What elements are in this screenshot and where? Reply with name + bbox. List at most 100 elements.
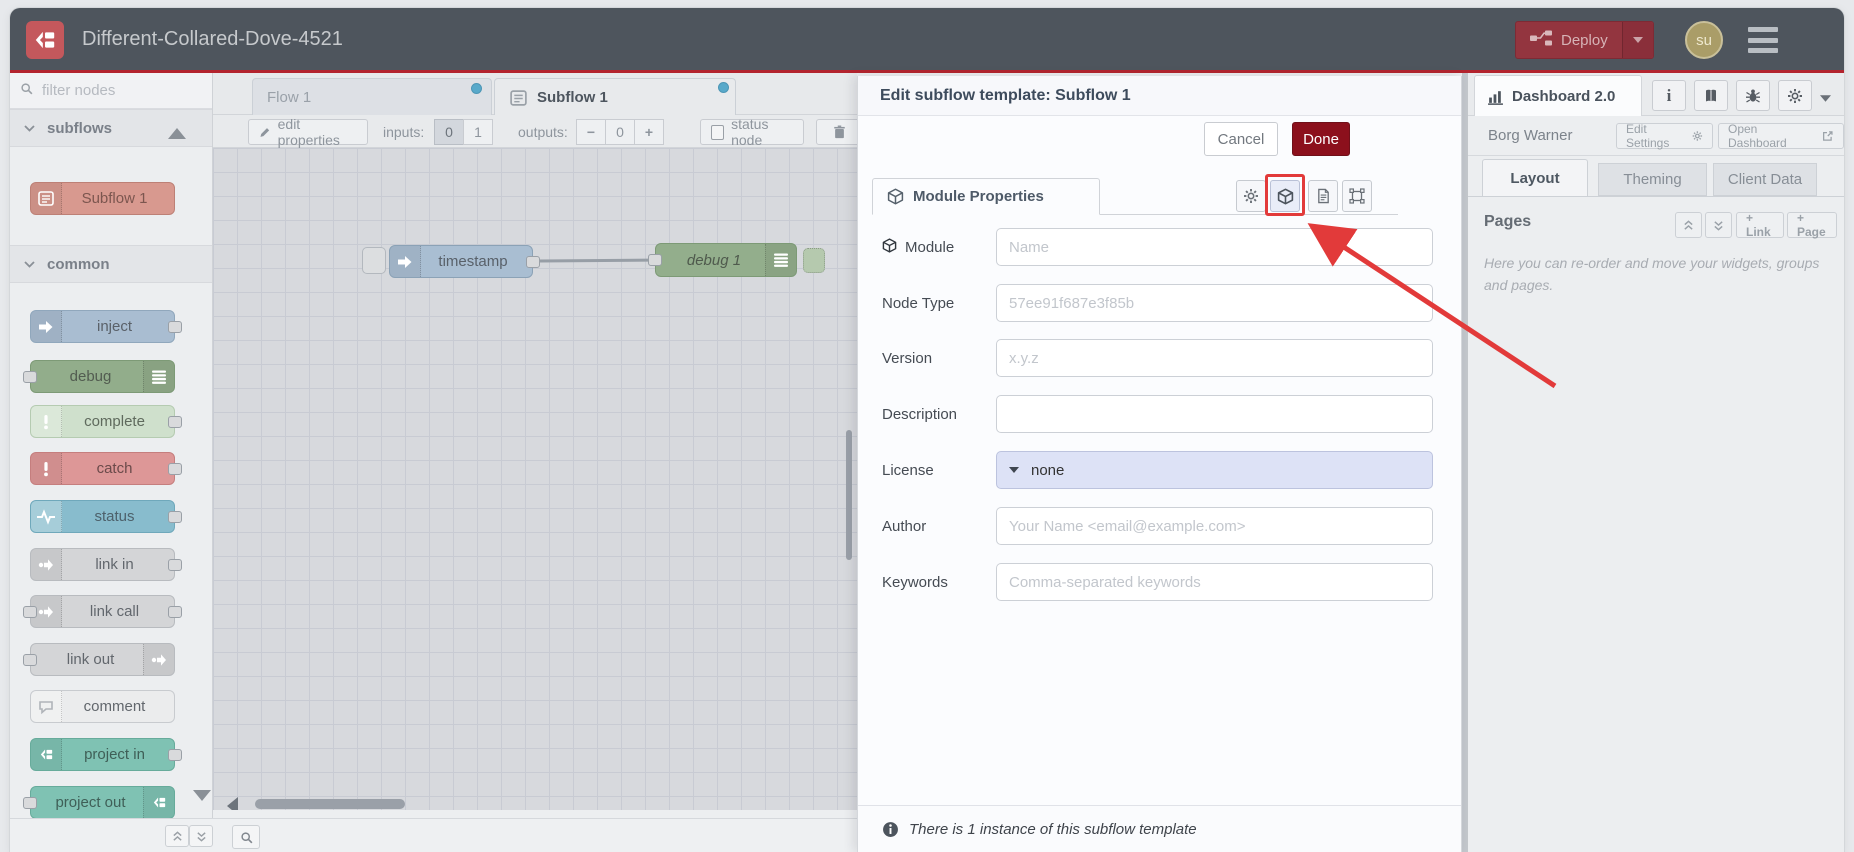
checkbox-icon bbox=[711, 124, 725, 140]
node-status[interactable]: status bbox=[30, 500, 182, 533]
appearance-icon-button[interactable] bbox=[1342, 180, 1372, 212]
right-sidebar: Dashboard 2.0 i Borg Warner Edit Setting… bbox=[1468, 73, 1844, 852]
module-properties-tab[interactable]: Module Properties bbox=[872, 178, 1100, 215]
info-icon-button[interactable]: i bbox=[1652, 80, 1686, 111]
add-link-button[interactable]: + Link bbox=[1736, 211, 1784, 239]
tab-label: Flow 1 bbox=[267, 88, 312, 106]
gear-icon bbox=[1692, 131, 1703, 141]
node-debug-1[interactable]: debug 1 bbox=[648, 243, 797, 277]
debug-toggle-button[interactable] bbox=[803, 248, 825, 273]
outputs-plus-button[interactable]: + bbox=[634, 119, 664, 145]
search-flows-button[interactable] bbox=[232, 825, 260, 849]
edit-settings-button[interactable]: Edit Settings bbox=[1616, 122, 1713, 150]
input-port[interactable] bbox=[23, 796, 37, 809]
done-button[interactable]: Done bbox=[1292, 122, 1350, 156]
node-properties-icon-button[interactable] bbox=[1236, 180, 1266, 212]
node-project-in[interactable]: project in bbox=[30, 738, 182, 771]
node-link-in[interactable]: link in bbox=[30, 548, 182, 581]
palette-category-common[interactable]: common bbox=[10, 245, 212, 283]
palette-scroll-up-arrow[interactable] bbox=[168, 128, 186, 139]
input-port[interactable] bbox=[23, 653, 37, 666]
palette-collapse-all-button[interactable] bbox=[165, 825, 189, 847]
edit-settings-label: Edit Settings bbox=[1626, 122, 1670, 150]
module-input[interactable] bbox=[996, 228, 1433, 266]
tab-theming[interactable]: Theming bbox=[1598, 163, 1707, 196]
output-port[interactable] bbox=[526, 255, 540, 268]
field-label: License bbox=[882, 461, 934, 479]
node-label: link call bbox=[89, 603, 140, 620]
settings-icon-button[interactable] bbox=[1778, 80, 1812, 111]
outputs-minus-button[interactable]: − bbox=[576, 119, 606, 145]
sidebar-caret-button[interactable] bbox=[1820, 89, 1831, 107]
add-page-button[interactable]: + Page bbox=[1787, 211, 1837, 239]
cancel-button[interactable]: Cancel bbox=[1204, 122, 1278, 156]
node-link-call[interactable]: link call bbox=[23, 595, 182, 628]
search-icon bbox=[240, 831, 252, 843]
node-catch[interactable]: catch bbox=[30, 452, 182, 485]
tab-client-data[interactable]: Client Data bbox=[1713, 163, 1817, 196]
deploy-button[interactable]: Deploy bbox=[1515, 21, 1654, 59]
license-select[interactable]: none bbox=[996, 451, 1433, 489]
input-port[interactable] bbox=[23, 605, 37, 618]
tab-flow-1[interactable]: Flow 1 bbox=[252, 78, 492, 115]
annotation-box bbox=[1265, 174, 1305, 216]
description-input[interactable] bbox=[996, 395, 1433, 433]
version-input[interactable] bbox=[996, 339, 1433, 377]
bars-icon bbox=[143, 361, 174, 392]
node-inject[interactable]: inject bbox=[30, 310, 182, 343]
inject-trigger-button[interactable] bbox=[362, 247, 386, 274]
keywords-input[interactable] bbox=[996, 563, 1433, 601]
canvas-scroll-left-arrow[interactable] bbox=[227, 797, 238, 810]
output-port[interactable] bbox=[168, 462, 182, 475]
node-link-out[interactable]: link out bbox=[23, 643, 175, 676]
flow-canvas[interactable]: timestamp debug 1 bbox=[213, 148, 857, 810]
link-icon bbox=[31, 549, 62, 580]
main-menu-button[interactable] bbox=[1748, 27, 1778, 53]
output-port[interactable] bbox=[168, 510, 182, 523]
app-title: Different-Collared-Dove-4521 bbox=[82, 28, 343, 50]
delete-subflow-button[interactable] bbox=[816, 119, 862, 145]
nr-icon bbox=[143, 787, 174, 818]
output-port[interactable] bbox=[168, 748, 182, 761]
input-port[interactable] bbox=[648, 254, 662, 266]
inputs-option-0[interactable]: 0 bbox=[434, 119, 464, 145]
book-icon bbox=[1706, 89, 1716, 101]
node-Subflow-1[interactable]: Subflow 1 bbox=[30, 182, 175, 215]
node-type-input[interactable] bbox=[996, 284, 1433, 322]
node-label: complete bbox=[84, 413, 145, 430]
output-port[interactable] bbox=[168, 605, 182, 618]
horizontal-scrollbar-thumb[interactable] bbox=[255, 799, 405, 809]
pages-collapse-all-button[interactable] bbox=[1675, 212, 1702, 238]
deploy-options-caret[interactable] bbox=[1621, 22, 1653, 58]
node-comment[interactable]: comment bbox=[30, 690, 175, 723]
node-complete[interactable]: complete bbox=[30, 405, 182, 438]
edit-properties-button[interactable]: edit properties bbox=[248, 116, 368, 148]
user-avatar[interactable]: su bbox=[1685, 21, 1723, 59]
pages-expand-all-button[interactable] bbox=[1705, 212, 1732, 238]
input-port[interactable] bbox=[23, 370, 37, 383]
deploy-label: Deploy bbox=[1561, 31, 1608, 49]
node-debug[interactable]: debug bbox=[23, 360, 175, 393]
nr-icon bbox=[31, 739, 62, 770]
bug-icon-button[interactable] bbox=[1736, 80, 1770, 111]
output-port[interactable] bbox=[168, 415, 182, 428]
docs-icon-button[interactable] bbox=[1694, 80, 1728, 111]
sidebar-tabs-divider bbox=[1468, 196, 1844, 197]
palette-search-input[interactable] bbox=[40, 81, 184, 100]
vertical-scrollbar-thumb[interactable] bbox=[846, 430, 852, 560]
open-dashboard-button[interactable]: Open Dashboard bbox=[1718, 122, 1844, 150]
node-project-out[interactable]: project out bbox=[23, 786, 175, 818]
output-port[interactable] bbox=[168, 558, 182, 571]
node-timestamp[interactable]: timestamp bbox=[389, 245, 540, 278]
description-icon-button[interactable] bbox=[1308, 180, 1338, 212]
inputs-option-1[interactable]: 1 bbox=[463, 119, 493, 145]
author-input[interactable] bbox=[996, 507, 1433, 545]
palette-scroll-down-arrow[interactable] bbox=[193, 790, 211, 801]
tab-layout[interactable]: Layout bbox=[1482, 159, 1588, 196]
tab-dashboard-2[interactable]: Dashboard 2.0 bbox=[1474, 75, 1642, 116]
palette-search[interactable] bbox=[10, 73, 212, 109]
palette-expand-all-button[interactable] bbox=[189, 825, 213, 847]
output-port[interactable] bbox=[168, 320, 182, 333]
tab-subflow-1[interactable]: Subflow 1 bbox=[494, 78, 736, 116]
status-node-toggle[interactable]: status node bbox=[700, 116, 804, 148]
